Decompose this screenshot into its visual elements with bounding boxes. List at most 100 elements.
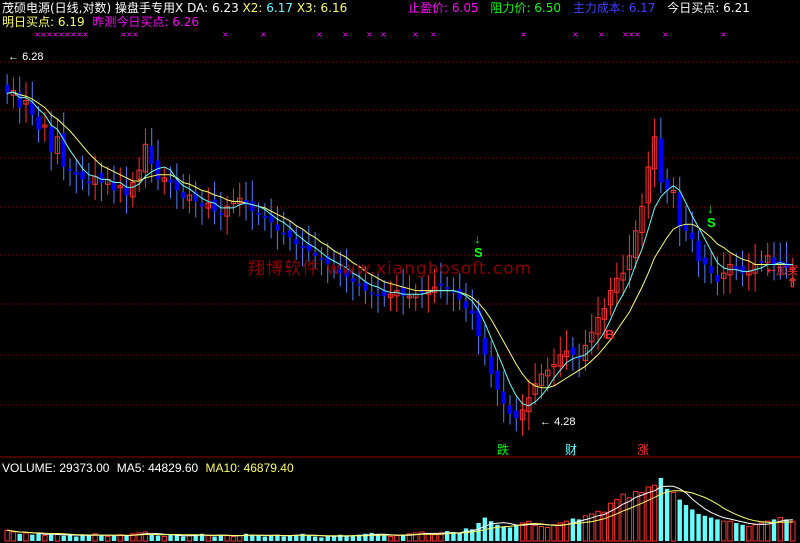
indicator-name: 操盘手专用X — [115, 1, 184, 15]
high-value: 6.28 — [22, 51, 44, 63]
candle-body-down — [48, 126, 54, 152]
volume-bar-down — [696, 514, 701, 541]
resist-label: 阻力价: — [490, 1, 531, 15]
x-mark: × — [520, 30, 527, 39]
volume-bar-down — [174, 535, 180, 541]
ma-fast-line — [6, 91, 793, 407]
volume-bar-down — [281, 536, 286, 541]
candle-body-down — [507, 405, 513, 414]
volume-bar-down — [677, 499, 682, 541]
candle-body-down — [514, 410, 519, 418]
candle-body-down — [275, 224, 280, 231]
volume-bar-up — [205, 535, 211, 542]
x-mark: × — [342, 30, 349, 39]
volume-bar-down — [734, 523, 739, 541]
low-value: 4.28 — [554, 416, 576, 428]
low-label: ← 4.28 — [540, 416, 576, 428]
candle-body-down — [281, 232, 286, 235]
x-mark: × — [572, 30, 579, 39]
candle-body-down — [256, 212, 261, 215]
candle-body-down — [300, 245, 305, 248]
volume-bar-up — [10, 531, 17, 542]
cai-marker: 财 — [565, 443, 578, 457]
x-mark: × — [662, 30, 669, 39]
tomorrow-label: 明日买点: — [2, 15, 55, 29]
volume-label: VOLUME: — [2, 461, 57, 475]
volume-header: VOLUME: 29373.00 MA5: 44829.60 MA10: 468… — [2, 461, 294, 475]
title-text: 茂硕电源(日线,对数) — [2, 1, 112, 15]
buy-points: 明日买点: 6.19 昨测今日买点: 6.26 — [2, 15, 199, 29]
volume-bar-down — [262, 536, 268, 541]
volume-bar-down — [168, 534, 173, 541]
volume-bar-up — [614, 499, 620, 542]
x-mark: × — [380, 30, 387, 39]
x-mark: × — [316, 30, 323, 39]
x-mark: × — [82, 30, 89, 39]
candle-body-down — [212, 199, 217, 212]
volume-bar-down — [457, 532, 462, 541]
volume-bar-up — [237, 535, 243, 542]
volume-bar-down — [463, 528, 469, 541]
volume-bar-down — [683, 505, 689, 541]
candle-body-down — [36, 116, 41, 130]
volume-bar-down — [80, 535, 85, 541]
volume-bar-up — [161, 536, 167, 542]
ma5-label: MA5: — [116, 461, 145, 475]
volume-bar-up — [42, 535, 48, 542]
volume-bar-up — [721, 520, 727, 542]
da-value: 6.23 — [211, 1, 239, 15]
volume-bar-down — [48, 534, 54, 541]
volume-bar-down — [570, 518, 576, 541]
zhang-marker: 涨 — [637, 443, 650, 457]
x-mark: × — [720, 30, 727, 39]
candle-body-down — [482, 337, 488, 355]
volume-bar-up — [670, 491, 677, 542]
volume-bar-up — [105, 536, 111, 542]
volume-bar-up — [607, 502, 614, 542]
ma5-value: 44829.60 — [148, 461, 199, 475]
volume-bar-down — [61, 535, 66, 541]
candle-body-down — [658, 138, 664, 183]
volume-bar-up — [727, 520, 733, 542]
candle-body-down — [294, 239, 299, 245]
candle-body-down — [715, 274, 720, 282]
candle-body-down — [99, 172, 104, 183]
volume-bar-up — [790, 520, 796, 542]
sell-signal-2: ↓ S — [707, 201, 716, 230]
cost-label: 主力成本: — [572, 1, 625, 15]
volume-bar-down — [514, 524, 519, 541]
candle-body-down — [463, 301, 469, 309]
volume-value: 29373.00 — [59, 461, 110, 475]
candle-body-down — [702, 257, 708, 265]
x-mark: × — [366, 30, 373, 39]
volume-bar-down — [715, 519, 720, 541]
volume-bar-up — [651, 484, 658, 542]
watermark: 翔博软件 www.xiangbosoft.com — [248, 259, 533, 279]
candle-body-down — [124, 187, 129, 196]
volume-bar-down — [256, 535, 261, 541]
da-label: DA: — [187, 1, 209, 15]
candle-body-down — [740, 266, 745, 274]
sell-signal-1-label: S — [474, 245, 483, 260]
candle-body-down — [470, 310, 475, 314]
yesterday-value: 6.26 — [172, 15, 200, 29]
chart-stage[interactable]: × × × × × × × × × × × × × × × × × × × × × × × × × × × × 茂硕电源(日线,对数)… — [0, 0, 800, 543]
volume-bar-down — [155, 535, 161, 541]
x2-value: 6.17 — [266, 1, 293, 15]
candle-body-down — [696, 240, 701, 262]
volume-bar-down — [501, 526, 506, 541]
volume-bar-up — [186, 535, 193, 542]
today-value: 6.21 — [723, 1, 750, 15]
resist-value: 6.50 — [534, 1, 562, 15]
buy-signal: B — [605, 328, 614, 342]
volume-bar-up — [752, 524, 758, 542]
candle-body-down — [501, 391, 506, 404]
candle-body-down — [4, 84, 10, 94]
volume-bar-down — [507, 527, 513, 541]
tomorrow-value: 6.19 — [57, 15, 85, 29]
price-levels: 止盈价: 6.05 阻力价: 6.50 主力成本: 6.17 今日买点: 6.2… — [408, 1, 750, 15]
sell-signal-1: ↓ S — [474, 231, 483, 260]
volume-ma5-line — [7, 485, 793, 537]
volume-bar-up — [425, 533, 431, 542]
volume-bar-up — [758, 522, 765, 542]
